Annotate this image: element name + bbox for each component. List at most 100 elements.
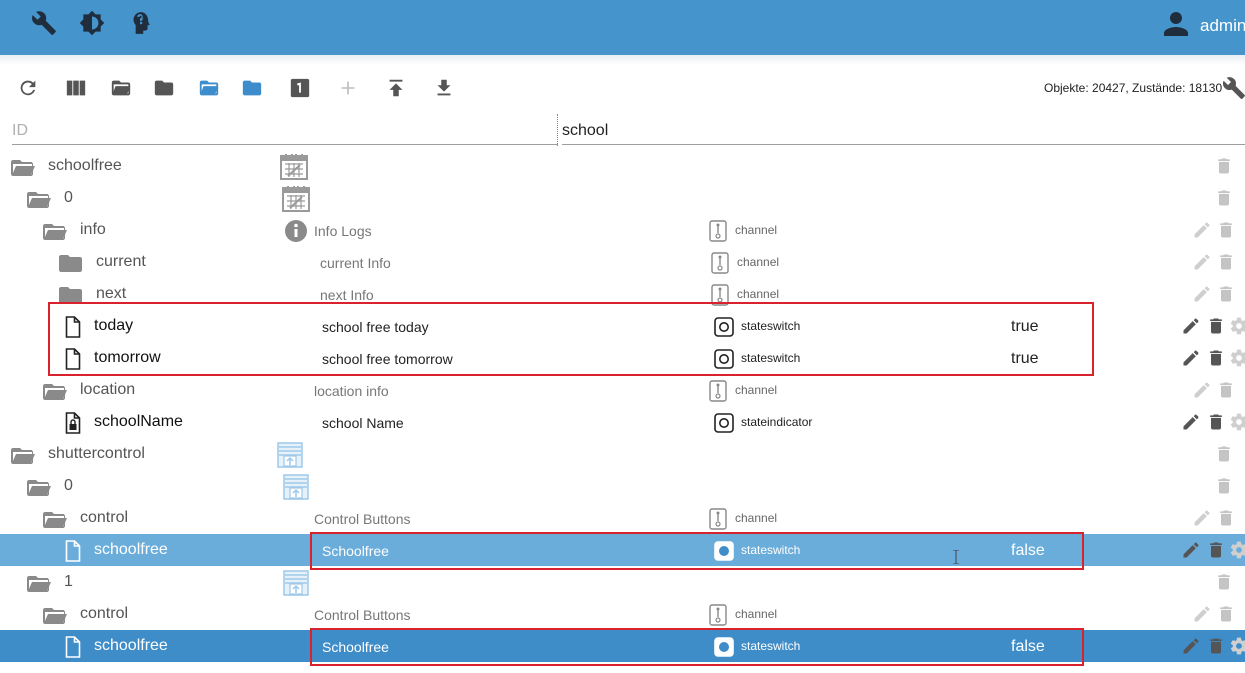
trash-icon[interactable] <box>1214 572 1234 592</box>
row-name[interactable]: school Name <box>322 415 404 431</box>
trash-icon[interactable] <box>1214 476 1234 496</box>
plus-icon[interactable] <box>336 76 360 100</box>
head-icon[interactable] <box>127 10 153 36</box>
trash-icon[interactable] <box>1214 444 1234 464</box>
row-id[interactable]: schoolName <box>94 413 183 431</box>
tree-row[interactable]: info Info Logs channel <box>0 214 1245 246</box>
tree-row[interactable]: 0 <box>0 470 1245 502</box>
edit-icon[interactable] <box>1192 604 1212 624</box>
tree-row[interactable]: shuttercontrol <box>0 438 1245 470</box>
trash-icon[interactable] <box>1216 284 1236 304</box>
id-filter-input[interactable] <box>12 117 558 144</box>
row-id[interactable]: current <box>96 253 146 271</box>
trash-icon[interactable] <box>1214 188 1234 208</box>
row-value[interactable]: true <box>1011 350 1039 368</box>
row-id[interactable]: schoolfree <box>94 541 168 559</box>
edit-icon[interactable] <box>1181 316 1201 336</box>
folder-icon[interactable] <box>58 284 84 306</box>
brightness-icon[interactable] <box>79 10 105 36</box>
tree-row[interactable]: 0 <box>0 182 1245 214</box>
folder-open-icon[interactable] <box>42 220 68 242</box>
row-id[interactable]: schoolfree <box>48 157 122 175</box>
tree-row[interactable]: schoolName school Name stateindicator <box>0 406 1245 438</box>
trash-icon[interactable] <box>1206 348 1226 368</box>
edit-icon[interactable] <box>1181 540 1201 560</box>
row-name[interactable]: next Info <box>320 287 374 303</box>
name-filter-input[interactable] <box>562 117 1245 144</box>
row-id[interactable]: shuttercontrol <box>48 445 145 463</box>
tree-row[interactable]: schoolfree Schoolfree stateswitch false <box>0 630 1245 662</box>
row-name[interactable]: school free tomorrow <box>322 351 453 367</box>
folder-open-icon[interactable] <box>26 188 52 210</box>
gear-icon[interactable] <box>1229 412 1245 432</box>
trash-icon[interactable] <box>1216 508 1236 528</box>
row-name[interactable]: Schoolfree <box>322 543 389 559</box>
edit-icon[interactable] <box>1192 380 1212 400</box>
edit-icon[interactable] <box>1192 252 1212 272</box>
row-name[interactable]: current Info <box>320 255 391 271</box>
row-id[interactable]: 0 <box>64 189 73 207</box>
folder-open-icon[interactable] <box>26 476 52 498</box>
upload-icon[interactable] <box>384 76 408 100</box>
row-id[interactable]: next <box>96 285 126 303</box>
row-id[interactable]: 0 <box>64 477 73 495</box>
trash-icon[interactable] <box>1206 412 1226 432</box>
trash-icon[interactable] <box>1216 252 1236 272</box>
gear-icon[interactable] <box>1229 348 1245 368</box>
tree-row[interactable]: control Control Buttons channel <box>0 598 1245 630</box>
columns-icon[interactable] <box>64 76 88 100</box>
row-id[interactable]: control <box>80 605 128 623</box>
row-id[interactable]: control <box>80 509 128 527</box>
row-name[interactable]: Info Logs <box>314 223 372 239</box>
download-icon[interactable] <box>432 76 456 100</box>
row-name[interactable]: school free today <box>322 319 429 335</box>
folder-blue-icon[interactable] <box>240 76 264 100</box>
folder-icon[interactable] <box>152 76 176 100</box>
user-avatar-icon[interactable] <box>1158 6 1194 42</box>
row-name[interactable]: Control Buttons <box>314 511 411 527</box>
folder-icon[interactable] <box>58 252 84 274</box>
folder-open-icon[interactable] <box>10 156 36 178</box>
row-name[interactable]: Control Buttons <box>314 607 411 623</box>
folder-open-icon[interactable] <box>42 508 68 530</box>
gear-icon[interactable] <box>1229 636 1245 656</box>
gear-icon[interactable] <box>1229 540 1245 560</box>
row-value[interactable]: true <box>1011 318 1039 336</box>
folder-open-icon[interactable] <box>42 604 68 626</box>
row-name[interactable]: location info <box>314 383 389 399</box>
gear-icon[interactable] <box>1229 316 1245 336</box>
folder-open-icon[interactable] <box>42 380 68 402</box>
folder-open-icon[interactable] <box>109 76 133 100</box>
edit-icon[interactable] <box>1192 220 1212 240</box>
folder-open-icon[interactable] <box>10 444 36 466</box>
edit-icon[interactable] <box>1181 636 1201 656</box>
tree-row[interactable]: location location info channel <box>0 374 1245 406</box>
number-one-icon[interactable] <box>288 76 312 100</box>
settings-wrench-icon[interactable] <box>1222 76 1245 100</box>
folder-open-icon[interactable] <box>26 572 52 594</box>
column-divider[interactable] <box>557 114 558 146</box>
tree-row[interactable]: 1 <box>0 566 1245 598</box>
row-value[interactable]: false <box>1011 638 1045 656</box>
row-name[interactable]: Schoolfree <box>322 639 389 655</box>
tree-row[interactable]: next next Info channel <box>0 278 1245 310</box>
trash-icon[interactable] <box>1216 380 1236 400</box>
tree-row[interactable]: schoolfree Schoolfree stateswitch false <box>0 534 1245 566</box>
trash-icon[interactable] <box>1216 604 1236 624</box>
tree-row[interactable]: schoolfree <box>0 150 1245 182</box>
edit-icon[interactable] <box>1192 508 1212 528</box>
user-name[interactable]: admin <box>1200 16 1245 36</box>
row-id[interactable]: tomorrow <box>94 349 161 367</box>
tree-row[interactable]: tomorrow school free tomorrow stateswitch t… <box>0 342 1245 374</box>
trash-icon[interactable] <box>1206 636 1226 656</box>
trash-icon[interactable] <box>1206 316 1226 336</box>
trash-icon[interactable] <box>1216 220 1236 240</box>
row-id[interactable]: 1 <box>64 573 73 591</box>
tree-row[interactable]: current current Info channel <box>0 246 1245 278</box>
wrench-icon[interactable] <box>31 10 57 36</box>
trash-icon[interactable] <box>1214 156 1234 176</box>
row-value[interactable]: false <box>1011 542 1045 560</box>
row-id[interactable]: schoolfree <box>94 637 168 655</box>
row-id[interactable]: info <box>80 221 106 239</box>
edit-icon[interactable] <box>1181 348 1201 368</box>
